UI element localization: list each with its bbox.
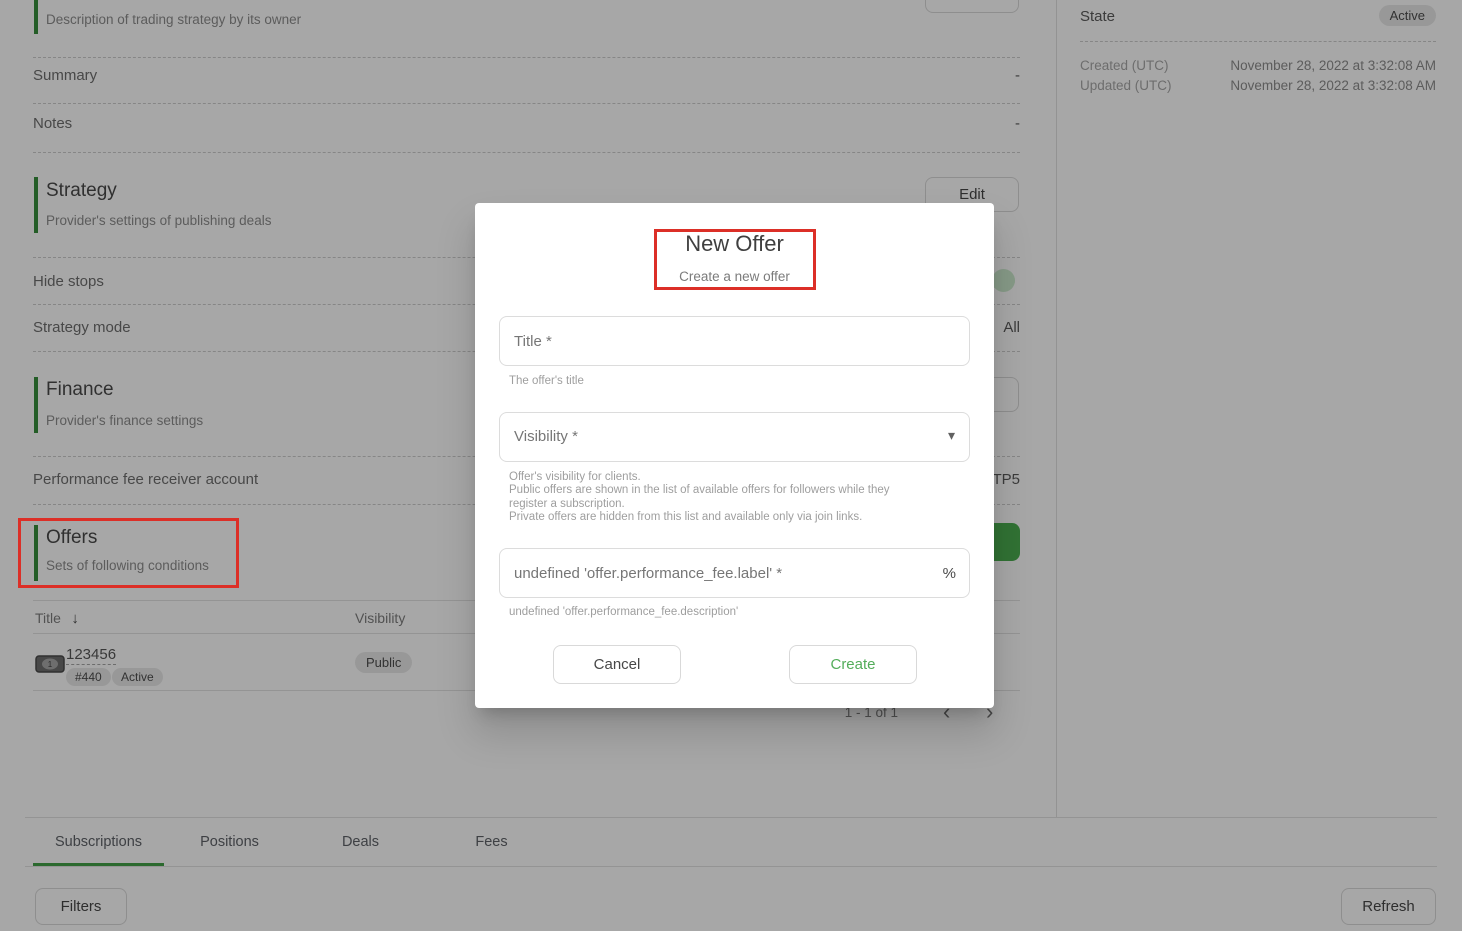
visibility-select-label: Visibility * [514,428,578,445]
annotation-box-new-offer [654,229,816,290]
performance-fee-input[interactable] [500,549,969,597]
chevron-down-icon: ▾ [948,427,955,444]
strategy-details-page: Description of trading strategy by its o… [0,0,1462,931]
offer-title-field[interactable] [499,316,970,366]
percent-suffix: % [943,565,956,582]
visibility-select[interactable]: Visibility * ▾ [499,412,970,462]
performance-fee-helper: undefined 'offer.performance_fee.descrip… [509,606,738,619]
performance-fee-field[interactable]: % [499,548,970,598]
annotation-box-offers [18,518,239,588]
create-button[interactable]: Create [789,645,917,684]
offer-title-input[interactable] [500,317,969,365]
visibility-helper: Offer's visibility for clients. Public o… [509,471,939,525]
offer-title-helper: The offer's title [509,375,584,388]
cancel-button[interactable]: Cancel [553,645,681,684]
